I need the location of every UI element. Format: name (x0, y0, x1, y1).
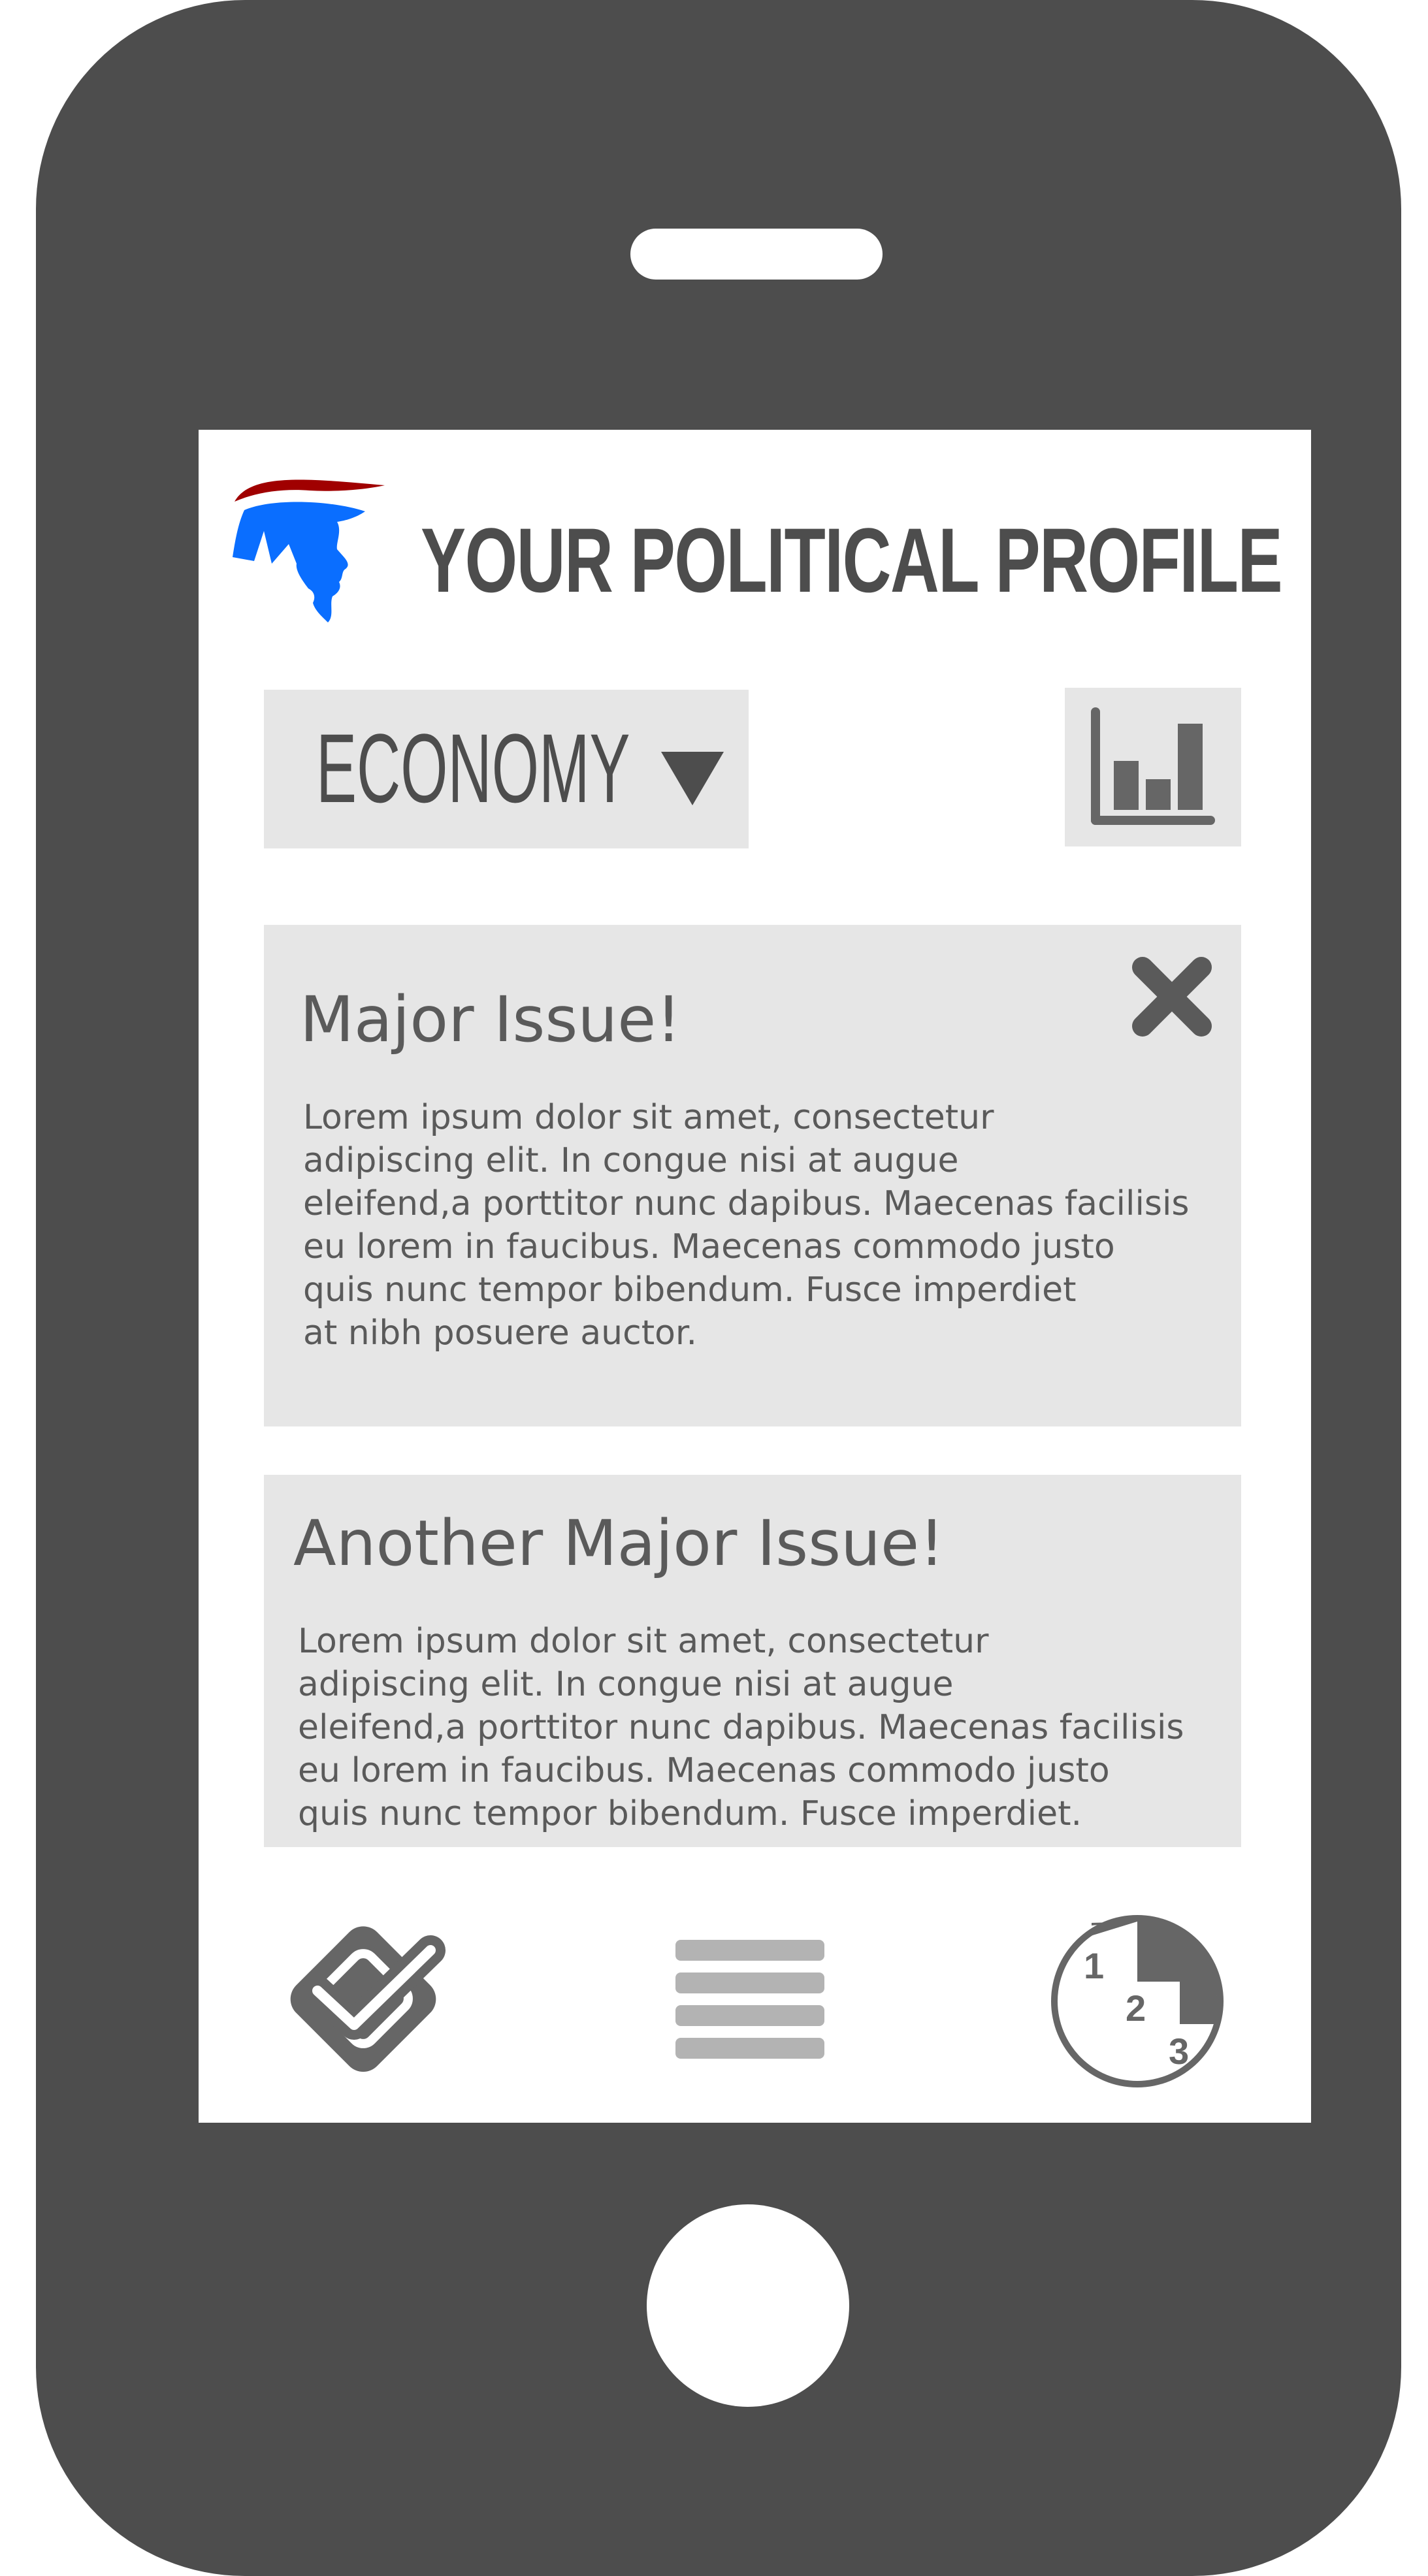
rank-number: 1 (1084, 1945, 1104, 1986)
phone-frame: YOUR POLITICAL PROFILE ECONOMY Major Iss… (36, 0, 1401, 2576)
ranking-podium-icon[interactable]: 1 2 3 (1046, 1910, 1229, 2093)
issue-title: Another Major Issue! (293, 1507, 945, 1580)
issue-body: Lorem ipsum dolor sit amet, consectetur … (298, 1622, 1184, 1833)
home-button[interactable] (647, 2204, 849, 2407)
issue-card[interactable]: Major Issue! Lorem ipsum dolor sit amet,… (264, 925, 1241, 1426)
hamburger-menu-icon[interactable] (675, 1940, 824, 2059)
app-screen: YOUR POLITICAL PROFILE ECONOMY Major Iss… (199, 430, 1311, 2123)
checklist-icon[interactable] (277, 1912, 450, 2085)
page-title: YOUR POLITICAL PROFILE (421, 509, 1283, 611)
rank-number: 3 (1169, 2031, 1189, 2072)
bar-chart-icon (1091, 707, 1215, 825)
speaker-slot (630, 229, 883, 280)
issue-body: Lorem ipsum dolor sit amet, consectetur … (303, 1098, 1190, 1353)
patriot-head-logo (231, 466, 388, 626)
issue-title: Major Issue! (300, 983, 681, 1056)
category-selected-value: ECONOMY (316, 713, 630, 823)
category-dropdown[interactable]: ECONOMY (264, 690, 749, 848)
stats-button[interactable] (1065, 688, 1241, 846)
close-icon[interactable] (1129, 954, 1214, 1039)
rank-number: 2 (1126, 1988, 1146, 2029)
triangle-down-icon (661, 752, 724, 805)
issue-card[interactable]: Another Major Issue! Lorem ipsum dolor s… (264, 1475, 1241, 1847)
